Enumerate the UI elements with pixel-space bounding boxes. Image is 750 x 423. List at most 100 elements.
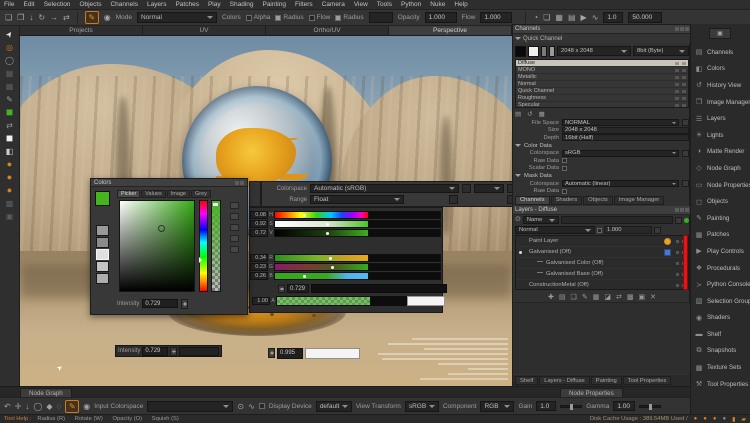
active-brush-button[interactable]: ✎ [65, 400, 79, 413]
colorspace-dropdown[interactable]: Automatic (sRGB) [310, 184, 459, 193]
status-indicator-icon[interactable]: ▰ [741, 416, 746, 423]
tool-icon[interactable]: ▦ [6, 69, 14, 78]
panel-controls[interactable] [675, 27, 689, 31]
alpha-strip[interactable] [211, 200, 221, 292]
channel-action-icon[interactable]: ▦ [539, 110, 545, 118]
layer-toolbar-icon[interactable]: ⇄ [616, 293, 622, 301]
menu-item[interactable]: Play [208, 0, 221, 10]
palette-item[interactable]: ◉ Shaders [691, 310, 750, 327]
node-graph-tool-icon[interactable]: ↶ [4, 402, 11, 411]
viewport-tab[interactable]: Projects [20, 26, 143, 35]
color-picker-tab[interactable]: Picker [117, 190, 140, 198]
channel-value-field[interactable]: 0.34 [250, 254, 268, 262]
menu-item[interactable]: Python [401, 0, 421, 10]
opacity-field[interactable]: 1.000 [425, 12, 457, 23]
picker-option-buttons[interactable] [225, 200, 243, 292]
toolbar-checkbox[interactable]: Alpha [246, 14, 271, 21]
gray-swatch[interactable] [96, 261, 109, 272]
graph-icon[interactable]: ∿ [248, 402, 255, 411]
gray-swatch-selected[interactable] [96, 249, 109, 260]
node-graph-tool-icon[interactable]: ✛ [15, 402, 22, 411]
layer-filter-button[interactable] [675, 217, 682, 224]
tool-icon[interactable]: ▦ [6, 82, 14, 91]
layer-amount-field[interactable]: 1.000 [604, 226, 652, 234]
gradient-marker[interactable] [303, 214, 306, 217]
float-value-stepper[interactable] [268, 348, 275, 358]
channel-list-item[interactable]: MONO [516, 67, 688, 74]
layer-search-input[interactable] [561, 216, 673, 224]
white-swatch[interactable] [528, 46, 539, 57]
gradient-marker[interactable] [303, 275, 306, 278]
node-graph-tool-icon[interactable]: ◆ [46, 402, 52, 411]
menu-item[interactable]: Help [454, 0, 467, 10]
palette-item[interactable]: ◧ Colors [691, 61, 750, 78]
tool-icon[interactable]: ⇄ [6, 121, 13, 130]
menu-item[interactable]: Edit [23, 0, 34, 10]
node-graph-tool-icon[interactable]: ◌ [57, 402, 62, 411]
mask-data-section[interactable]: Mask Data [513, 172, 691, 180]
layer-row[interactable]: ConstructionMetal (Off) [516, 280, 688, 291]
display-device-dropdown[interactable]: default [316, 401, 352, 412]
gradient-extension[interactable] [369, 211, 441, 219]
alpha-white-segment[interactable] [407, 296, 445, 306]
tool-icon[interactable]: ■ [6, 108, 13, 117]
menu-item[interactable]: Tools [377, 0, 392, 10]
palette-item[interactable]: ☰ Layers [691, 110, 750, 127]
layer-row[interactable]: Paint Layer [516, 236, 688, 247]
range-dropdown[interactable]: Float [310, 195, 404, 204]
sidebar-header-icon[interactable]: ▣ [709, 28, 731, 39]
mask-raw-checkbox[interactable] [562, 189, 567, 194]
colorspace-dropdown[interactable]: sRGB [562, 150, 679, 157]
range-button[interactable] [449, 195, 458, 204]
palette-item[interactable]: ≻ Python Console [691, 276, 750, 293]
gradient-marker[interactable] [326, 232, 329, 235]
dock-tab[interactable]: Channels [515, 196, 550, 205]
layer-row[interactable]: Galvanised Color (Off) [516, 258, 688, 269]
hue-strip[interactable] [199, 200, 208, 292]
float-value-field[interactable]: 0.995 [277, 348, 303, 359]
menu-item[interactable]: Layers [147, 0, 167, 10]
layer-toolbar-icon[interactable]: ✕ [650, 293, 656, 301]
layer-toolbar-icon[interactable]: ▣ [638, 293, 645, 301]
menu-item[interactable]: Shading [230, 0, 254, 10]
gray-swatch[interactable] [96, 273, 109, 284]
node-graph-tool-icon[interactable]: ↓ [25, 402, 29, 411]
layer-lock-checkbox[interactable] [597, 228, 602, 233]
saturation-value-square[interactable] [119, 200, 195, 292]
gradient-bar[interactable] [274, 254, 369, 262]
layer-toolbar-icon[interactable]: ▤ [559, 293, 566, 301]
layer-row[interactable]: Galvanised Base (Off) [516, 269, 688, 280]
eraser-tool-icon[interactable]: ◉ [104, 13, 111, 23]
dock-bottom-tab[interactable]: Tool Properties [623, 376, 672, 385]
palette-item[interactable]: ☀ Lights [691, 127, 750, 144]
gradient-marker[interactable] [329, 257, 332, 260]
file-space-dropdown[interactable]: NORMAL [562, 119, 679, 126]
gradient-bar[interactable] [274, 229, 369, 237]
tool-icon[interactable]: ■ [6, 134, 13, 143]
channel-value-field[interactable]: 0.26 [250, 272, 268, 280]
viewport-tab[interactable]: UV [143, 26, 266, 35]
gradient-extension[interactable] [369, 229, 441, 237]
gradient-intensity-field[interactable]: 0.729 [287, 284, 309, 293]
colorspace-button[interactable] [462, 184, 471, 193]
view-option-icon[interactable]: ◔ [533, 13, 538, 23]
radius-field[interactable] [369, 12, 393, 23]
tool-icon[interactable]: ◎ [6, 43, 13, 52]
menu-item[interactable]: Patches [175, 0, 199, 10]
channels-panel-header[interactable]: Channels [513, 25, 691, 34]
view-transform-dropdown[interactable]: sRGB [405, 401, 439, 412]
layer-toolbar-icon[interactable]: ❏ [571, 293, 577, 301]
flow-field[interactable]: 1.000 [480, 12, 512, 23]
palette-item[interactable]: ▩ Texture Sets [691, 359, 750, 376]
gradient-bar[interactable] [274, 263, 369, 271]
colors-panel-title[interactable]: Colors [91, 179, 247, 187]
view-option-icon[interactable]: ▤ [568, 13, 576, 23]
palette-item[interactable]: ▭ Node Properties [691, 177, 750, 194]
quick-channel-row[interactable]: Quick Channel [513, 34, 691, 43]
channel-list-item[interactable]: Diffuse [516, 60, 688, 67]
view-option-icon[interactable]: ∿ [592, 13, 599, 23]
status-indicator-icon[interactable]: ● [694, 416, 698, 422]
tool-icon[interactable]: ▩ [6, 199, 14, 208]
gradient-intensity-bar[interactable] [311, 284, 447, 293]
dock-bottom-tab[interactable]: Painting [591, 376, 622, 385]
